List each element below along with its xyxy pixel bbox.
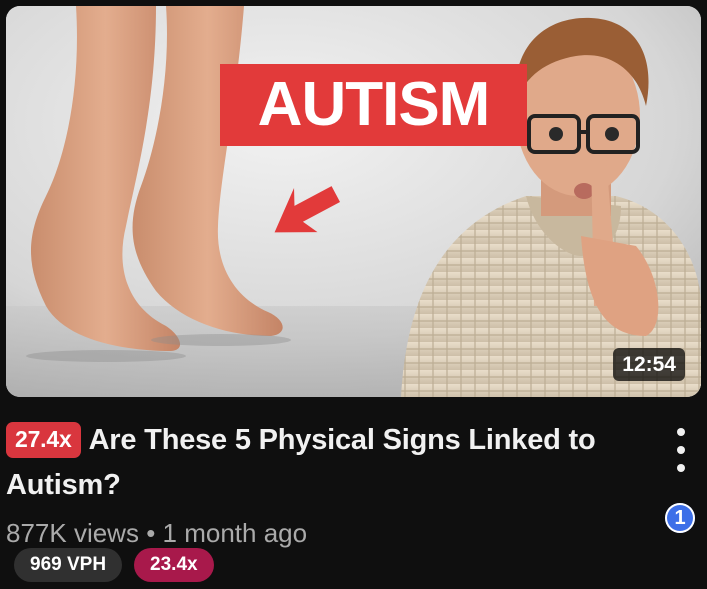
view-count: 877K views — [6, 518, 139, 548]
menu-dot — [677, 464, 685, 472]
stats-separator: • — [146, 518, 156, 548]
menu-dot — [677, 446, 685, 454]
vph-chip: 969 VPH — [14, 548, 123, 582]
video-stats: 877K views • 1 month ago — [6, 516, 646, 550]
outlier-badge: 27.4x — [6, 422, 81, 458]
multiplier-chip: 23.4x — [134, 548, 214, 582]
menu-dot — [677, 428, 685, 436]
thumbnail-headline: AUTISM — [257, 70, 491, 139]
thumbnail-headline-box: AUTISM — [220, 64, 527, 146]
video-card[interactable]: AUTISM 12:54 27.4x Are These 5 Physical S… — [0, 0, 707, 589]
upload-age: 1 month ago — [162, 518, 308, 548]
duration-badge: 12:54 — [613, 348, 685, 381]
video-meta: 27.4x Are These 5 Physical Signs Linked t… — [6, 418, 646, 550]
video-title[interactable]: 27.4x Are These 5 Physical Signs Linked t… — [6, 418, 646, 508]
more-vert-icon[interactable] — [668, 428, 694, 472]
video-title-text[interactable]: Are These 5 Physical Signs Linked to Aut… — [6, 424, 596, 501]
video-thumbnail[interactable]: AUTISM 12:54 — [6, 6, 701, 397]
extension-badge[interactable]: 1 — [665, 503, 695, 533]
stat-chips: 969 VPH 23.4x — [14, 548, 214, 582]
